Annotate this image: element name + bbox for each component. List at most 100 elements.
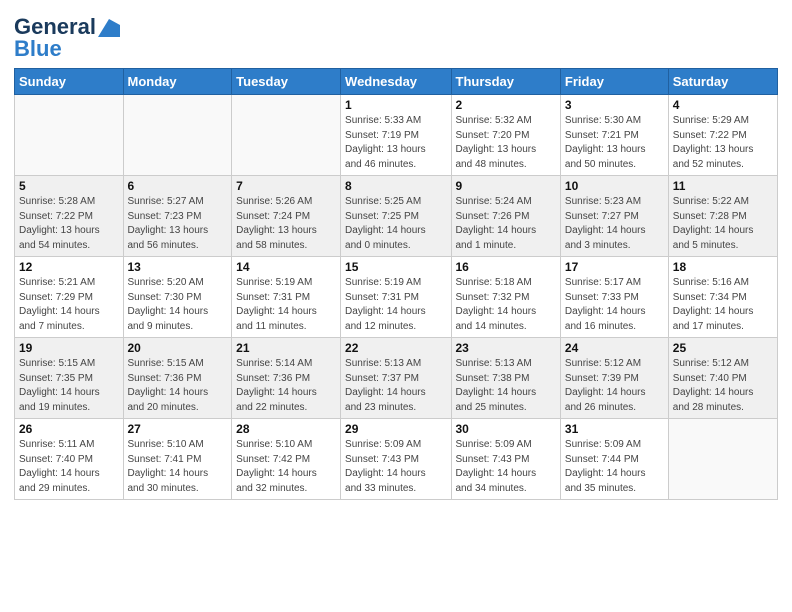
calendar-cell: 30 Sunrise: 5:09 AM Sunset: 7:43 PM Dayli… [451,419,560,500]
calendar-cell: 24Sunrise: 5:12 AM Sunset: 7:39 PM Dayli… [560,338,668,419]
day-number: 13 [128,260,228,274]
day-number: 11 [673,179,773,193]
day-info: Sunrise: 5:12 AM Sunset: 7:39 PM Dayligh… [565,357,664,415]
calendar-cell: 3Sunrise: 5:30 AM Sunset: 7:21 PM Daylig… [560,95,668,176]
day-number: 3 [565,98,664,112]
calendar-cell [668,419,777,500]
day-info: Sunrise: 5:33 AM Sunset: 7:19 PM Dayligh… [345,114,446,172]
day-number: 16 [456,260,556,274]
day-number: 29 [345,422,446,436]
day-info: Sunrise: 5:23 AM Sunset: 7:27 PM Dayligh… [565,195,664,253]
day-info: Sunrise: 5:09 AM Sunset: 7:43 PM Dayligh… [345,438,446,496]
day-info: Sunrise: 5:19 AM Sunset: 7:31 PM Dayligh… [236,276,336,334]
day-number: 9 [456,179,556,193]
day-info: Sunrise: 5:18 AM Sunset: 7:32 PM Dayligh… [456,276,556,334]
day-info: Sunrise: 5:25 AM Sunset: 7:25 PM Dayligh… [345,195,446,253]
day-info: Sunrise: 5:13 AM Sunset: 7:37 PM Dayligh… [345,357,446,415]
day-number: 6 [128,179,228,193]
calendar-cell [232,95,341,176]
day-info: Sunrise: 5:14 AM Sunset: 7:36 PM Dayligh… [236,357,336,415]
day-number: 2 [456,98,556,112]
day-number: 14 [236,260,336,274]
calendar-cell: 16 Sunrise: 5:18 AM Sunset: 7:32 PM Dayli… [451,257,560,338]
calendar-cell: 4 Sunrise: 5:29 AM Sunset: 7:22 PM Daylig… [668,95,777,176]
weekday-header: Monday [123,69,232,95]
day-info: Sunrise: 5:29 AM Sunset: 7:22 PM Dayligh… [673,114,773,172]
day-info: Sunrise: 5:20 AM Sunset: 7:30 PM Dayligh… [128,276,228,334]
calendar-cell: 22Sunrise: 5:13 AM Sunset: 7:37 PM Dayli… [341,338,451,419]
calendar-cell: 17 Sunrise: 5:17 AM Sunset: 7:33 PM Dayli… [560,257,668,338]
calendar-cell: 11 Sunrise: 5:22 AM Sunset: 7:28 PM Dayli… [668,176,777,257]
day-info: Sunrise: 5:09 AM Sunset: 7:43 PM Dayligh… [456,438,556,496]
day-info: Sunrise: 5:15 AM Sunset: 7:36 PM Dayligh… [128,357,228,415]
day-info: Sunrise: 5:16 AM Sunset: 7:34 PM Dayligh… [673,276,773,334]
calendar-week-row: 5 Sunrise: 5:28 AM Sunset: 7:22 PM Daylig… [15,176,778,257]
day-info: Sunrise: 5:24 AM Sunset: 7:26 PM Dayligh… [456,195,556,253]
day-number: 30 [456,422,556,436]
day-info: Sunrise: 5:22 AM Sunset: 7:28 PM Dayligh… [673,195,773,253]
day-number: 1 [345,98,446,112]
calendar-week-row: 1 Sunrise: 5:33 AM Sunset: 7:19 PM Daylig… [15,95,778,176]
day-number: 18 [673,260,773,274]
day-info: Sunrise: 5:11 AM Sunset: 7:40 PM Dayligh… [19,438,119,496]
day-number: 12 [19,260,119,274]
calendar-cell: 18 Sunrise: 5:16 AM Sunset: 7:34 PM Dayli… [668,257,777,338]
day-number: 4 [673,98,773,112]
day-info: Sunrise: 5:32 AM Sunset: 7:20 PM Dayligh… [456,114,556,172]
calendar-cell: 7 Sunrise: 5:26 AM Sunset: 7:24 PM Daylig… [232,176,341,257]
day-number: 15 [345,260,446,274]
day-info: Sunrise: 5:28 AM Sunset: 7:22 PM Dayligh… [19,195,119,253]
day-number: 31 [565,422,664,436]
day-number: 20 [128,341,228,355]
day-number: 17 [565,260,664,274]
weekday-header: Thursday [451,69,560,95]
day-number: 21 [236,341,336,355]
calendar-cell: 20 Sunrise: 5:15 AM Sunset: 7:36 PM Dayli… [123,338,232,419]
weekday-header: Friday [560,69,668,95]
day-number: 26 [19,422,119,436]
day-info: Sunrise: 5:21 AM Sunset: 7:29 PM Dayligh… [19,276,119,334]
day-number: 8 [345,179,446,193]
day-number: 5 [19,179,119,193]
calendar-cell: 12 Sunrise: 5:21 AM Sunset: 7:29 PM Dayli… [15,257,124,338]
calendar-table: SundayMondayTuesdayWednesdayThursdayFrid… [14,68,778,500]
calendar-cell: 28 Sunrise: 5:10 AM Sunset: 7:42 PM Dayli… [232,419,341,500]
logo-blue: Blue [14,36,62,62]
day-number: 7 [236,179,336,193]
day-info: Sunrise: 5:10 AM Sunset: 7:41 PM Dayligh… [128,438,228,496]
day-info: Sunrise: 5:17 AM Sunset: 7:33 PM Dayligh… [565,276,664,334]
calendar-cell: 29 Sunrise: 5:09 AM Sunset: 7:43 PM Dayli… [341,419,451,500]
weekday-header: Saturday [668,69,777,95]
day-info: Sunrise: 5:15 AM Sunset: 7:35 PM Dayligh… [19,357,119,415]
weekday-header: Sunday [15,69,124,95]
day-number: 10 [565,179,664,193]
calendar-week-row: 12 Sunrise: 5:21 AM Sunset: 7:29 PM Dayli… [15,257,778,338]
page: General Blue SundayMondayTuesdayWednesda… [0,0,792,612]
weekday-header: Wednesday [341,69,451,95]
calendar-cell: 1 Sunrise: 5:33 AM Sunset: 7:19 PM Daylig… [341,95,451,176]
calendar-cell: 9 Sunrise: 5:24 AM Sunset: 7:26 PM Daylig… [451,176,560,257]
day-info: Sunrise: 5:19 AM Sunset: 7:31 PM Dayligh… [345,276,446,334]
weekday-header: Tuesday [232,69,341,95]
logo: General Blue [14,14,120,62]
day-info: Sunrise: 5:10 AM Sunset: 7:42 PM Dayligh… [236,438,336,496]
day-info: Sunrise: 5:26 AM Sunset: 7:24 PM Dayligh… [236,195,336,253]
calendar-cell: 26 Sunrise: 5:11 AM Sunset: 7:40 PM Dayli… [15,419,124,500]
logo-icon [98,19,120,37]
calendar-cell: 21 Sunrise: 5:14 AM Sunset: 7:36 PM Dayli… [232,338,341,419]
day-number: 23 [456,341,556,355]
calendar-cell: 13 Sunrise: 5:20 AM Sunset: 7:30 PM Dayli… [123,257,232,338]
calendar-cell [123,95,232,176]
calendar-cell [15,95,124,176]
calendar-cell: 19 Sunrise: 5:15 AM Sunset: 7:35 PM Dayli… [15,338,124,419]
calendar-cell: 10 Sunrise: 5:23 AM Sunset: 7:27 PM Dayli… [560,176,668,257]
day-number: 28 [236,422,336,436]
calendar-cell: 6Sunrise: 5:27 AM Sunset: 7:23 PM Daylig… [123,176,232,257]
day-number: 25 [673,341,773,355]
calendar-cell: 25Sunrise: 5:12 AM Sunset: 7:40 PM Dayli… [668,338,777,419]
calendar-header-row: SundayMondayTuesdayWednesdayThursdayFrid… [15,69,778,95]
calendar-cell: 15 Sunrise: 5:19 AM Sunset: 7:31 PM Dayli… [341,257,451,338]
calendar-cell: 2 Sunrise: 5:32 AM Sunset: 7:20 PM Daylig… [451,95,560,176]
day-number: 19 [19,341,119,355]
calendar-cell: 8 Sunrise: 5:25 AM Sunset: 7:25 PM Daylig… [341,176,451,257]
